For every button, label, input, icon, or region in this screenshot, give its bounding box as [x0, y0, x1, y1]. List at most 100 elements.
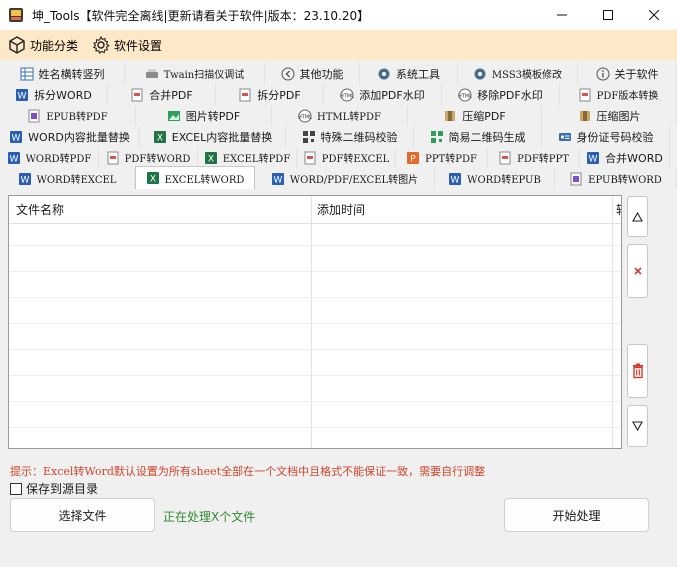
tab-split-pdf[interactable]: 拆分PDF: [216, 84, 324, 105]
tab-twain-scanner[interactable]: Twain扫描仪调试: [125, 63, 265, 84]
tab-label: HTML转PDF: [317, 112, 381, 123]
file-list[interactable]: 文件名称 添加时间 转: [8, 195, 622, 449]
tab-pdf-to-ppt[interactable]: PDF转PPT: [488, 147, 580, 168]
id-card-icon: [558, 132, 571, 141]
tab-label: PDF转EXCEL: [321, 154, 390, 165]
gear-icon: [474, 68, 486, 79]
tab-ppt-to-pdf[interactable]: P PPT转PDF: [396, 147, 488, 168]
tab-excel-to-word[interactable]: X EXCEL转WORD: [135, 166, 255, 189]
tab-name-horizontal-to-vertical[interactable]: 姓名横转竖列: [0, 63, 125, 84]
tab-excel-batch-replace[interactable]: X EXCEL内容批量替换: [140, 126, 286, 147]
word-icon: W: [18, 172, 31, 185]
tab-other-functions[interactable]: 其他功能: [265, 63, 360, 84]
tab-label: 压缩图片: [596, 109, 641, 123]
tab-remove-pdf-watermark[interactable]: HTML 移除PDF水印: [442, 84, 560, 105]
column-header-label: 文件名称: [16, 203, 65, 217]
svg-text:W: W: [18, 91, 27, 101]
tab-word-pdf-excel-to-image[interactable]: W WORD/PDF/EXCEL转图片: [255, 168, 435, 189]
tab-compress-pdf[interactable]: 压缩PDF: [408, 105, 542, 126]
remove-button[interactable]: [627, 244, 648, 298]
word-icon: W: [449, 172, 462, 185]
tab-special-qr-verify[interactable]: 特殊二维码校验: [286, 126, 414, 147]
svg-text:W: W: [20, 175, 29, 185]
hint-text: 提示：Excel转Word默认设置为所有sheet全部在一个文档中且格式不能保证…: [10, 465, 486, 478]
tab-html-to-pdf[interactable]: HTML HTML转PDF: [272, 105, 408, 126]
excel-icon: X: [204, 151, 217, 164]
start-processing-button[interactable]: 开始处理: [504, 498, 649, 532]
svg-text:HTML: HTML: [298, 114, 312, 120]
tab-word-to-excel[interactable]: W WORD转EXCEL: [0, 168, 135, 189]
tab-label: EXCEL转WORD: [164, 174, 245, 186]
column-header-add-time[interactable]: 添加时间: [317, 196, 612, 223]
pdf-icon: [107, 151, 119, 164]
tab-label: 系统工具: [396, 67, 440, 81]
svg-text:W: W: [451, 175, 460, 185]
tab-word-to-pdf[interactable]: W WORD转PDF: [0, 147, 99, 168]
tab-id-card-verify[interactable]: 身份证号码校验: [542, 126, 670, 147]
select-files-button[interactable]: 选择文件: [10, 498, 155, 532]
tab-label: WORD转EXCEL: [36, 175, 117, 186]
tab-about[interactable]: 关于软件: [578, 63, 677, 84]
tab-excel-to-pdf[interactable]: X EXCEL转PDF: [198, 147, 297, 168]
save-to-source-label: 保存到源目录: [26, 482, 99, 496]
minimize-button[interactable]: [539, 0, 585, 30]
compress-icon: [445, 110, 456, 121]
tab-epub-to-word[interactable]: EPUB转WORD: [555, 168, 677, 189]
html-icon: HTML: [458, 88, 472, 101]
column-header-file-name[interactable]: 文件名称: [16, 196, 311, 223]
close-icon: [633, 267, 642, 275]
maximize-icon: [603, 10, 613, 20]
tab-mss3-template[interactable]: MSS3模板修改: [458, 63, 578, 84]
close-button[interactable]: [631, 0, 677, 30]
tab-split-word[interactable]: W 拆分WORD: [0, 84, 108, 105]
save-to-source-option[interactable]: 保存到源目录: [10, 480, 98, 497]
menu-bar: 功能分类 软件设置: [0, 30, 677, 60]
row-divider: [9, 271, 621, 272]
image-icon: [167, 110, 180, 121]
tab-label: PDF转PPT: [517, 154, 569, 165]
maximize-button[interactable]: [585, 0, 631, 30]
move-down-button[interactable]: [627, 405, 648, 447]
triangle-up-icon: [632, 211, 643, 222]
tab-label: PDF转WORD: [124, 154, 191, 165]
tab-pdf-to-excel[interactable]: PDF转EXCEL: [297, 147, 396, 168]
epub-icon: [28, 109, 40, 122]
scanner-icon: [145, 68, 158, 78]
row-divider: [9, 401, 621, 402]
tab-simple-qr-generate[interactable]: 简易二维码生成: [414, 126, 542, 147]
menu-item-software-settings[interactable]: 软件设置: [92, 33, 162, 57]
excel-icon: X: [153, 130, 166, 143]
pdf-icon: [579, 88, 591, 101]
tab-pdf-to-word[interactable]: PDF转WORD: [99, 147, 198, 168]
tab-label: 添加PDF水印: [359, 88, 425, 102]
row-divider: [9, 323, 621, 324]
tab-system-tools[interactable]: 系统工具: [360, 63, 458, 84]
tab-label: EXCEL转PDF: [222, 154, 291, 165]
tab-compress-image[interactable]: 压缩图片: [542, 105, 677, 126]
qr-icon: [302, 130, 315, 143]
gear-icon: [92, 36, 110, 54]
app-icon: [9, 8, 23, 22]
info-icon: [596, 67, 609, 80]
back-icon: [281, 67, 294, 80]
menu-item-function-category[interactable]: 功能分类: [8, 33, 78, 57]
pdf-icon: [499, 151, 511, 164]
tab-add-pdf-watermark[interactable]: HTML 添加PDF水印: [324, 84, 442, 105]
tab-word-to-epub[interactable]: W WORD转EPUB: [435, 168, 555, 189]
tab-merge-word[interactable]: W 合并WORD: [580, 147, 670, 168]
tab-epub-to-pdf[interactable]: EPUB转PDF: [0, 105, 136, 126]
save-to-source-checkbox[interactable]: [10, 482, 22, 495]
tab-label: PDF版本转换: [596, 91, 659, 102]
tab-merge-pdf[interactable]: 合并PDF: [108, 84, 216, 105]
clear-all-button[interactable]: [627, 344, 648, 398]
move-up-button[interactable]: [627, 196, 648, 237]
column-header-status[interactable]: 转: [616, 196, 621, 223]
row-divider: [9, 375, 621, 376]
tab-image-to-pdf[interactable]: 图片转PDF: [136, 105, 272, 126]
svg-text:HTML: HTML: [458, 93, 472, 99]
ppt-icon: P: [407, 151, 420, 164]
tab-row-4: W WORD内容批量替换 X EXCEL内容批量替换 特殊二维码校验 简易二维码…: [0, 126, 670, 147]
tab-label: 其他功能: [299, 67, 344, 81]
tab-pdf-version-convert[interactable]: PDF版本转换: [560, 84, 677, 105]
tab-word-batch-replace[interactable]: W WORD内容批量替换: [0, 126, 140, 147]
